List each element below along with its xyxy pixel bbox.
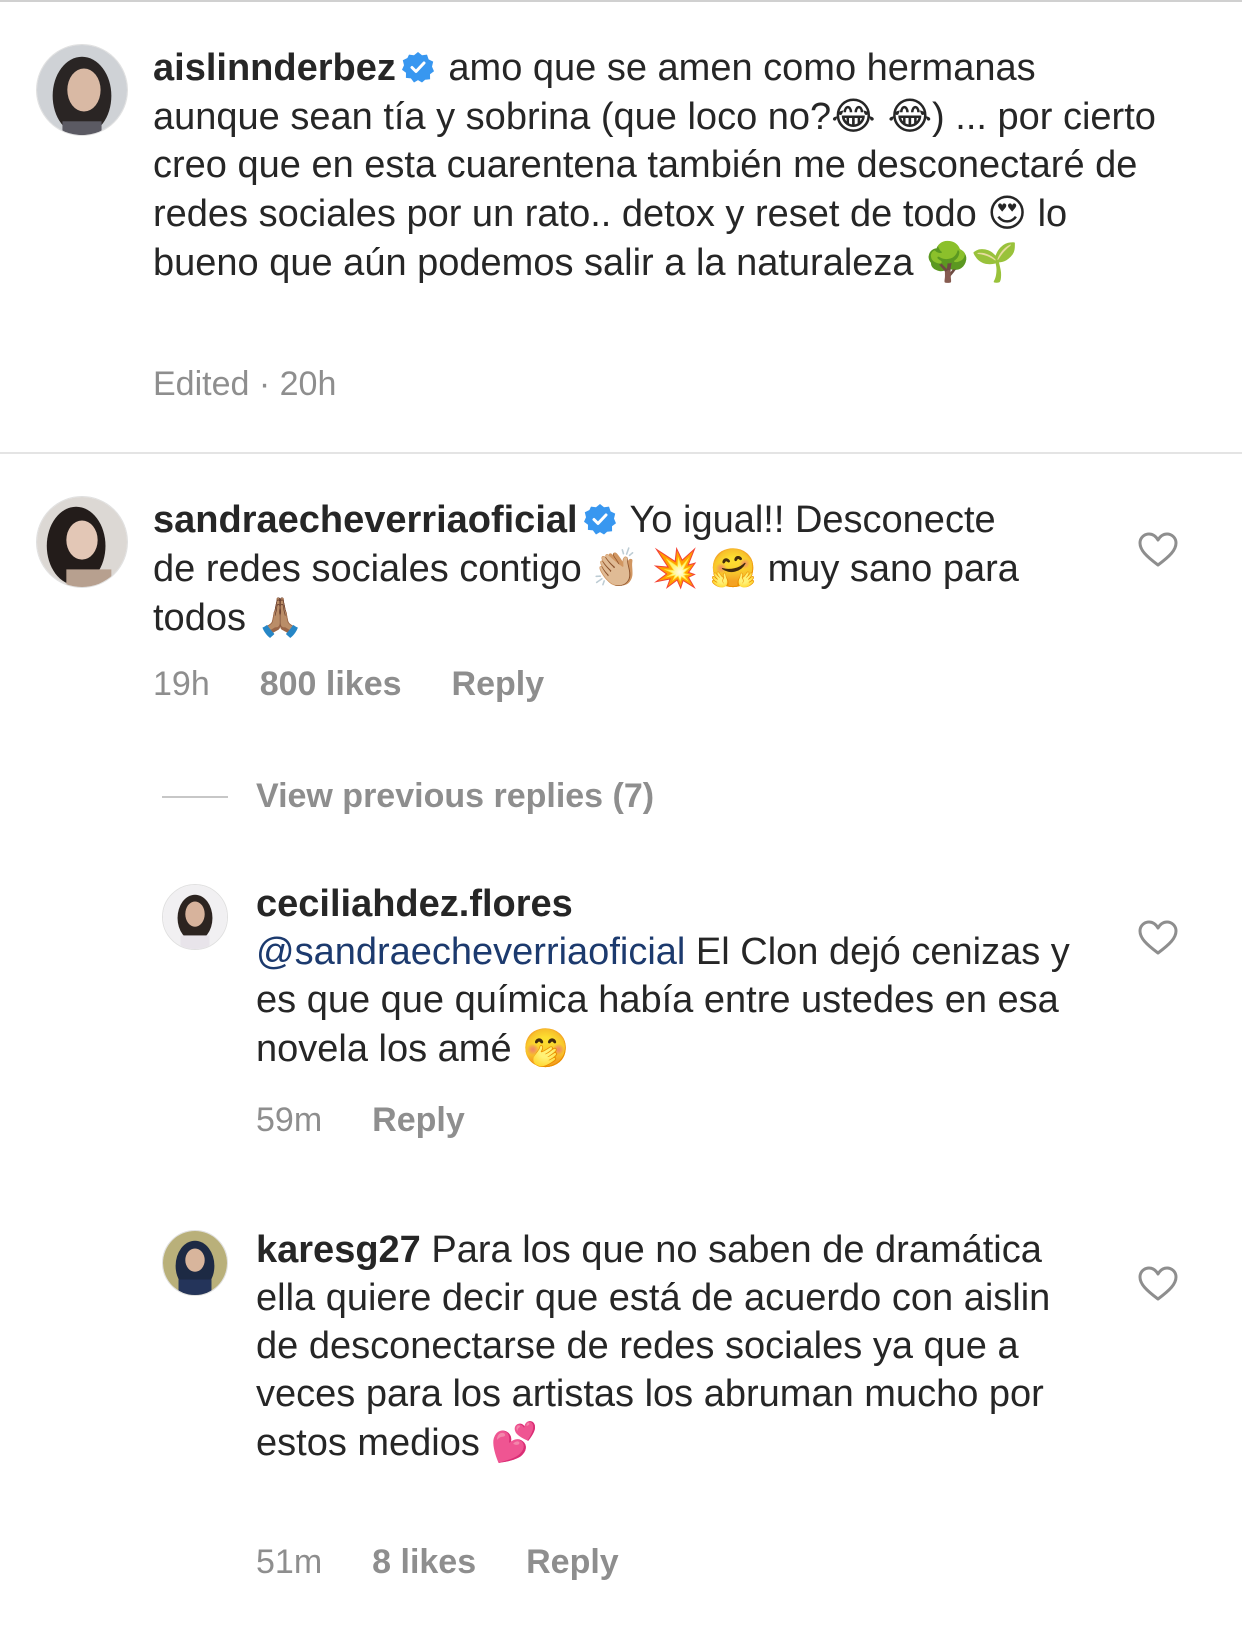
pray-emoji: 🙏🏽	[256, 595, 304, 639]
heart-icon[interactable]	[1138, 920, 1178, 956]
reply-button[interactable]: Reply	[372, 1101, 465, 1139]
top-divider	[0, 0, 1242, 2]
reply-username[interactable]: karesg27	[256, 1229, 421, 1271]
heart-eyes-emoji: 😍	[987, 191, 1027, 235]
avatar-aislinnderbez[interactable]	[36, 44, 128, 136]
reply-meta: 59m Reply	[256, 1100, 515, 1140]
caption-divider	[0, 452, 1242, 454]
comment-username[interactable]: sandraecheverriaoficial	[153, 499, 578, 541]
reply-meta: 51m 8 likes Reply	[256, 1542, 669, 1582]
caption-username[interactable]: aislinnderbez	[153, 47, 396, 89]
verified-badge-icon	[583, 503, 616, 535]
two-hearts-emoji: 💕	[490, 1420, 538, 1464]
reply-likes[interactable]: 8 likes	[372, 1543, 476, 1581]
hand-over-mouth-emoji: 🤭	[522, 1026, 570, 1070]
reply-time: 51m	[256, 1543, 323, 1581]
heart-icon[interactable]	[1138, 1266, 1178, 1302]
reply-time: 59m	[256, 1101, 323, 1139]
replies-line	[162, 796, 228, 798]
caption-time: 20h	[279, 365, 337, 403]
edited-label: Edited	[153, 365, 250, 403]
verified-badge-icon	[401, 51, 434, 83]
comment-meta: 19h 800 likes Reply	[153, 664, 594, 704]
avatar-sandraecheverriaoficial[interactable]	[36, 496, 128, 588]
reply-text: karesg27 Para los que no saben de dramát…	[256, 1226, 1086, 1467]
reply-button[interactable]: Reply	[452, 665, 545, 703]
comment-likes[interactable]: 800 likes	[260, 665, 402, 703]
caption-meta: Edited · 20h	[153, 365, 337, 403]
comment-time: 19h	[153, 665, 210, 703]
hug-emoji: 🤗	[709, 546, 757, 590]
tree-seedling-emoji: 🌳🌱	[924, 240, 1019, 284]
caption-text: aislinnderbez amo que se amen como herma…	[153, 44, 1163, 287]
clap-collision-emoji: 👏🏼 💥	[592, 546, 700, 590]
reply-username[interactable]: ceciliahdez.flores	[256, 883, 573, 925]
avatar-ceciliahdez-flores[interactable]	[162, 884, 228, 950]
reply-text: ceciliahdez.flores @sandraecheverriaofic…	[256, 880, 1086, 1073]
laughing-emoji: 😂 😂	[831, 94, 933, 138]
avatar-karesg27[interactable]	[162, 1230, 228, 1296]
reply-button[interactable]: Reply	[526, 1543, 619, 1581]
heart-icon[interactable]	[1138, 532, 1178, 568]
comment-text: sandraecheverriaoficial Yo igual!! Desco…	[153, 496, 1033, 642]
mention-link[interactable]: @sandraecheverriaoficial	[256, 931, 685, 973]
view-previous-replies-button[interactable]: View previous replies (7)	[256, 774, 654, 818]
